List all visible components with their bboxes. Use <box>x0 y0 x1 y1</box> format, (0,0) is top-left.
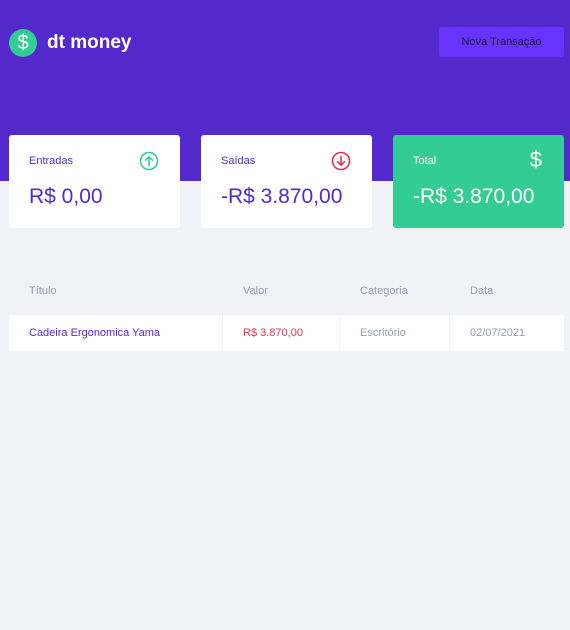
total-card: Total $ -R$ 3.870,00 <box>393 135 564 228</box>
table-cell-category: Escritório <box>340 315 449 351</box>
arrow-up-circle-icon <box>139 151 159 171</box>
new-transaction-button[interactable]: Nova Transação <box>439 27 564 57</box>
arrow-down-circle-icon <box>331 151 351 171</box>
outcome-card: Saídas -R$ 3.870,00 <box>201 135 372 228</box>
income-label: Entradas <box>29 155 74 167</box>
income-value: R$ 0,00 <box>29 185 103 208</box>
dollar-icon: $ <box>529 147 542 172</box>
logo: $ dt money <box>9 29 131 57</box>
outcome-label: Saídas <box>221 155 256 167</box>
outcome-value: -R$ 3.870,00 <box>221 185 343 208</box>
transaction-category: Escritório <box>360 327 406 339</box>
app-name: dt money <box>47 32 132 53</box>
total-label: Total <box>413 155 437 167</box>
table-cell-date: 02/07/2021 <box>450 315 564 351</box>
table-cell-title: Cadeira Ergonomica Yama <box>9 315 222 351</box>
column-header-value: Valor <box>243 285 268 297</box>
table-cell-value: R$ 3.870,00 <box>223 315 339 351</box>
column-header-title: Título <box>29 285 57 297</box>
total-value: -R$ 3.870,00 <box>413 185 535 208</box>
transaction-value: R$ 3.870,00 <box>243 327 303 339</box>
column-header-date: Data <box>470 285 494 297</box>
transaction-date: 02/07/2021 <box>470 327 526 339</box>
income-card: Entradas R$ 0,00 <box>9 135 180 228</box>
transaction-title: Cadeira Ergonomica Yama <box>29 327 161 339</box>
column-header-category: Categoria <box>360 285 408 297</box>
logo-dollar-icon: $ <box>9 29 37 57</box>
